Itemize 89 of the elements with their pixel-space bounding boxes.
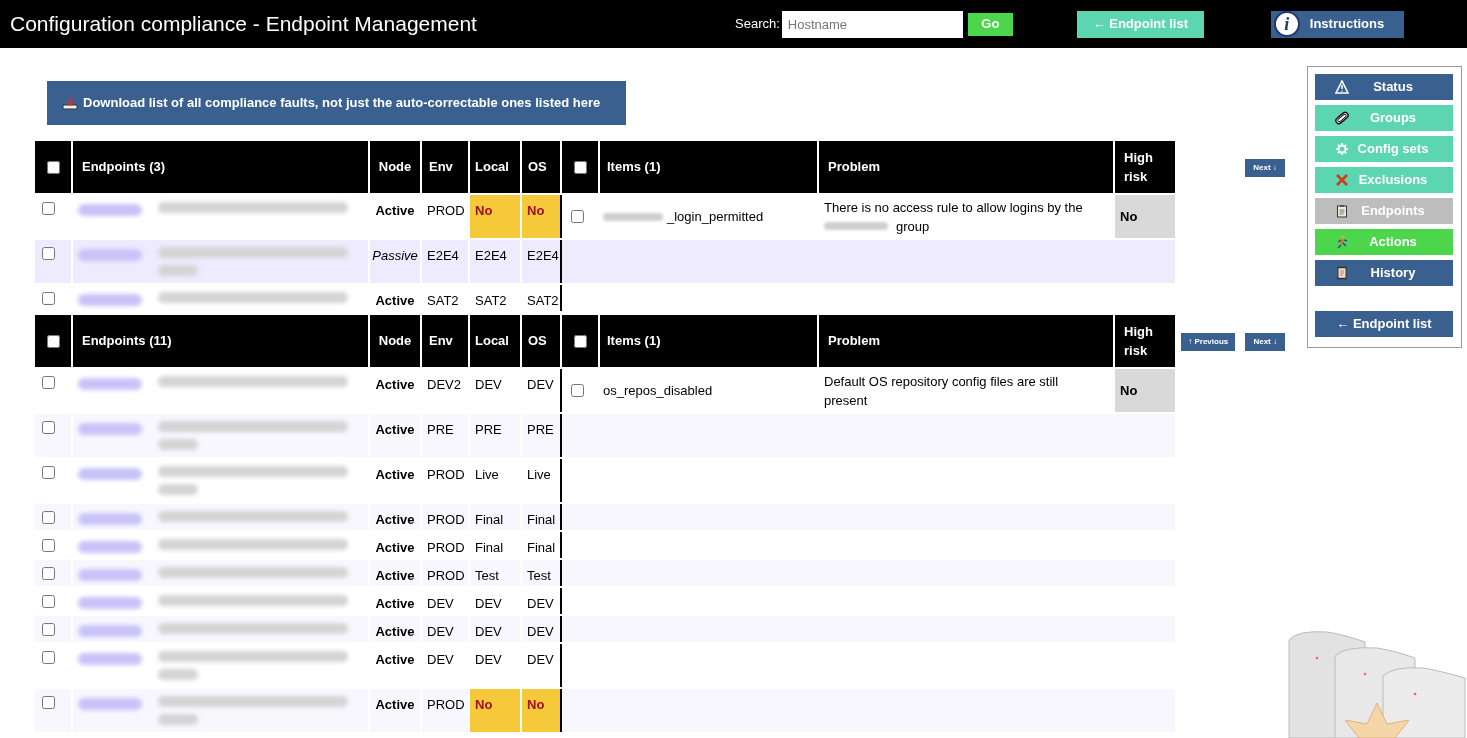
local-cell: E2E4 (470, 240, 520, 283)
download-button[interactable]: Download list of all compliance faults, not just the auto-correctable ones listed here (47, 81, 626, 125)
checkbox[interactable] (42, 539, 55, 552)
column-header: Items (1) (600, 141, 817, 193)
checkbox[interactable] (573, 334, 587, 348)
column-header: Problem (819, 141, 1113, 193)
env-cell: PROD (422, 560, 468, 586)
checkbox[interactable] (42, 567, 55, 580)
running-person-icon (1335, 235, 1349, 249)
problem-text: group (896, 217, 930, 236)
download-icon (61, 96, 79, 110)
high-risk-cell: No (1115, 195, 1175, 238)
next-button[interactable]: Next ↓ (1245, 159, 1285, 177)
local-cell: Final (470, 504, 520, 530)
nav-button[interactable]: History (1315, 260, 1453, 286)
checkbox[interactable] (42, 421, 55, 434)
checkbox[interactable] (42, 292, 55, 305)
checkbox[interactable] (42, 376, 55, 389)
column-header: Local (470, 141, 520, 193)
column-header: High risk (1115, 141, 1175, 193)
column-header: Node (370, 141, 420, 193)
info-icon: i (1273, 11, 1300, 37)
column-header: Problem (819, 315, 1113, 367)
endpoint-list-button[interactable]: ← Endpoint list (1315, 311, 1453, 337)
column-header: Node (370, 315, 420, 367)
os-cell: No (522, 195, 560, 238)
next-button[interactable]: Next ↓ (1245, 333, 1285, 351)
os-cell: Test (522, 560, 560, 586)
node-cell: Active (370, 560, 420, 586)
local-cell: DEV (470, 616, 520, 642)
column-header: OS (522, 141, 560, 193)
os-cell: PRE (522, 414, 560, 457)
node-cell: Active (370, 414, 420, 457)
env-cell: DEV (422, 616, 468, 642)
local-cell: PRE (470, 414, 520, 457)
problem-text: There is no access rule to allow logins by the (824, 198, 1083, 217)
column-header: Env (422, 315, 468, 367)
os-cell: DEV (522, 616, 560, 642)
page-title: Configuration compliance - Endpoint Management (9, 11, 478, 38)
column-header: Items (1) (600, 315, 817, 367)
high-risk-cell: No (1115, 369, 1175, 412)
checkbox[interactable] (571, 384, 584, 397)
checkbox[interactable] (42, 651, 55, 664)
checkbox[interactable] (42, 466, 55, 479)
checkbox[interactable] (42, 511, 55, 524)
node-cell: Active (370, 689, 420, 732)
node-cell: Active (370, 616, 420, 642)
column-header: Endpoints (3) (73, 141, 368, 193)
checkbox[interactable] (42, 247, 55, 260)
column-header: Endpoints (11) (73, 315, 368, 367)
node-cell: Passive (370, 240, 420, 283)
checkbox[interactable] (42, 623, 55, 636)
checkbox[interactable] (46, 334, 60, 348)
problem-text: Default OS repository config files are still present (824, 372, 1060, 410)
search-field[interactable]: Hostname (781, 10, 963, 38)
node-cell: Active (370, 504, 420, 530)
nav-button[interactable]: Status (1315, 74, 1453, 100)
column-header: High risk (1115, 315, 1175, 367)
env-cell: PROD (422, 504, 468, 530)
scroll-icon (1335, 266, 1349, 280)
checkbox[interactable] (46, 160, 60, 174)
checkbox[interactable] (571, 210, 584, 223)
env-cell: PRE (422, 414, 468, 457)
clipboard-icon (1335, 204, 1349, 218)
item-name: os_repos_disabled (603, 381, 713, 400)
instructions-button[interactable]: i Instructions (1270, 10, 1404, 38)
gear-icon (1335, 142, 1349, 156)
local-cell: No (470, 689, 520, 732)
column-header: Local (470, 315, 520, 367)
search-label: Search: (735, 15, 780, 34)
local-cell: Test (470, 560, 520, 586)
checkbox[interactable] (42, 696, 55, 709)
checkbox[interactable] (573, 160, 587, 174)
env-cell: PROD (422, 689, 468, 732)
checkbox[interactable] (42, 595, 55, 608)
checkbox[interactable] (42, 202, 55, 215)
os-cell: No (522, 689, 560, 732)
previous-button[interactable]: ↑ Previous (1181, 333, 1236, 351)
os-cell: Final (522, 504, 560, 530)
column-header: OS (522, 315, 560, 367)
blurred-text (824, 222, 888, 230)
warning-icon (1335, 80, 1349, 94)
cross-icon (1335, 173, 1349, 187)
column-header: Env (422, 141, 468, 193)
os-cell: E2E4 (522, 240, 560, 283)
item-name: _login_permitted (667, 207, 764, 226)
local-cell: No (470, 195, 520, 238)
env-cell: E2E4 (422, 240, 468, 283)
capsule-icon (1335, 111, 1349, 125)
